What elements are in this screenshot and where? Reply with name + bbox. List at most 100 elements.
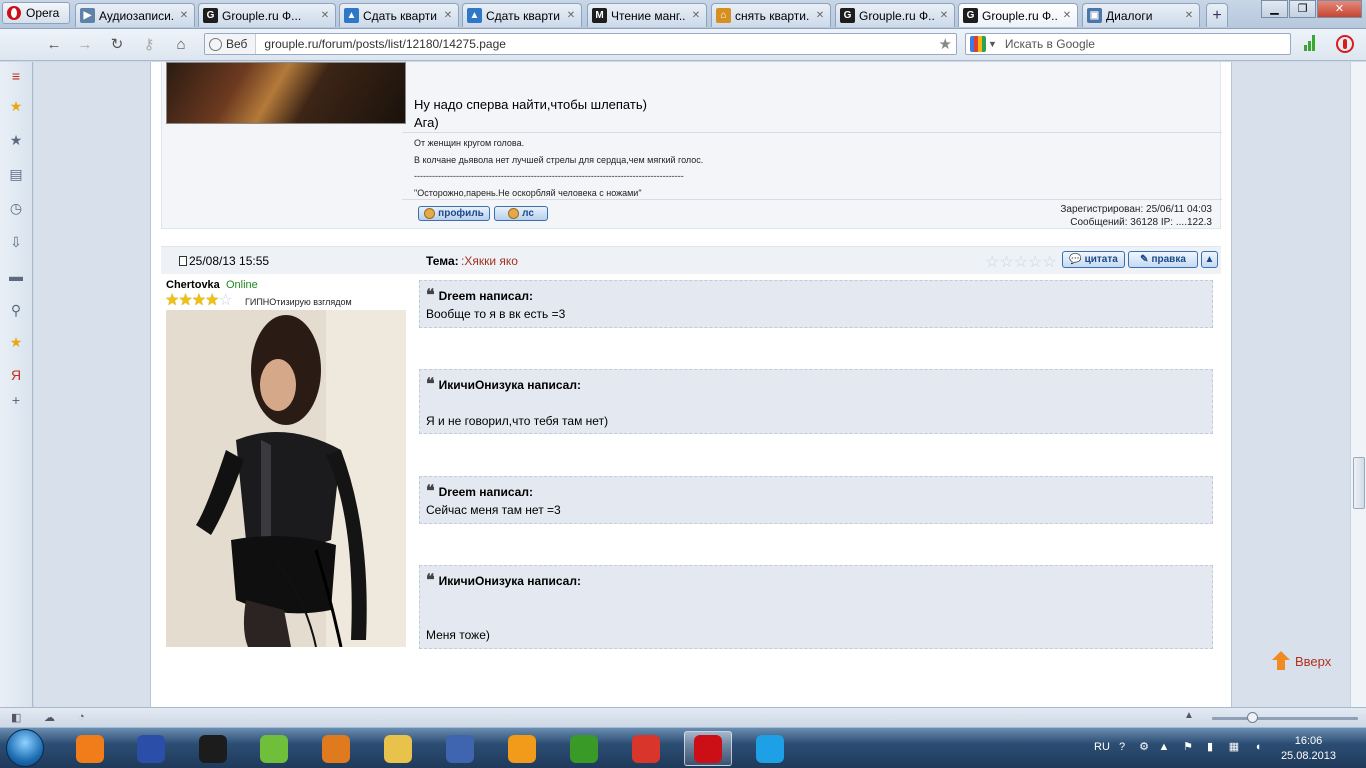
taskbar-app-media[interactable] xyxy=(312,731,360,766)
volume-icon[interactable]: ◖ xyxy=(1252,741,1264,753)
private-message-button[interactable]: лс xyxy=(494,206,548,221)
tab-close-icon[interactable]: ✕ xyxy=(1061,10,1073,22)
browser-tab[interactable]: ▣ Диалоги ✕ xyxy=(1082,3,1200,27)
help-icon[interactable]: ? xyxy=(1116,741,1128,753)
home-icon[interactable]: ⌂ xyxy=(172,36,190,54)
zoom-slider[interactable] xyxy=(1212,717,1358,720)
url-text[interactable]: grouple.ru/forum/posts/list/12180/14275.… xyxy=(256,37,938,51)
new-tab-button[interactable]: + xyxy=(1206,3,1228,27)
tab-favicon-icon: ▣ xyxy=(1087,8,1102,23)
bookmarks-icon[interactable]: ★ xyxy=(8,132,24,148)
browser-tab[interactable]: M Чтение манг... ✕ xyxy=(587,3,707,27)
opera-icon xyxy=(694,734,722,763)
tab-close-icon[interactable]: ✕ xyxy=(690,10,702,22)
bookmark-star-icon[interactable]: ★ xyxy=(939,35,956,53)
browser-tab[interactable]: ▲ Сдать кварти... ✕ xyxy=(339,3,459,27)
browser-tab[interactable]: G Grouple.ru Ф... ✕ xyxy=(835,3,955,27)
flag-icon[interactable]: ⚑ xyxy=(1182,741,1194,753)
taskbar-app-chrome[interactable] xyxy=(622,731,670,766)
star-icon[interactable]: ★ xyxy=(8,98,24,114)
tab-close-icon[interactable]: ✕ xyxy=(1183,10,1195,22)
rating-star-icon[interactable]: ☆ xyxy=(1042,252,1056,272)
network-icon[interactable]: ▦ xyxy=(1228,741,1240,753)
language-indicator[interactable]: RU xyxy=(1094,741,1110,753)
scrollbar-thumb[interactable] xyxy=(1353,457,1365,509)
rating-stars[interactable]: ☆ ☆ ☆ ☆ ☆ xyxy=(985,252,1057,272)
device-icon[interactable]: ▮ xyxy=(1204,741,1216,753)
unite-icon[interactable]: ≡ xyxy=(8,68,24,84)
settings-icon[interactable]: ⚙ xyxy=(1138,741,1150,753)
vertical-scrollbar[interactable] xyxy=(1350,62,1366,707)
quote-mark-icon: ❝ xyxy=(426,287,435,304)
tab-close-icon[interactable]: ✕ xyxy=(178,10,190,22)
cloud-icon[interactable]: ☁ xyxy=(44,711,55,724)
taskbar-app-utorrent[interactable] xyxy=(560,731,608,766)
panel-toggle-icon[interactable]: ◧ xyxy=(11,711,21,724)
tray-expand-icon[interactable]: ▲ xyxy=(1158,741,1170,753)
add-panel-icon[interactable]: + xyxy=(8,392,24,408)
taskbar-app-avast[interactable] xyxy=(66,731,114,766)
tab-close-icon[interactable]: ✕ xyxy=(938,10,950,22)
taskbar-app-hp[interactable] xyxy=(189,731,237,766)
start-button[interactable] xyxy=(6,729,44,767)
author-rank-stars: ★ ★ ★ ★ ☆ xyxy=(165,290,233,310)
opera-menu-button[interactable]: Opera xyxy=(2,2,70,24)
back-to-top-link[interactable]: Вверх xyxy=(1272,651,1331,671)
yandex-icon[interactable]: Я xyxy=(8,367,24,383)
author-registration-info: Зарегистрирован: 25/06/11 04:03 Сообщени… xyxy=(1060,203,1212,229)
quote-button[interactable]: 💬 цитата xyxy=(1062,251,1125,268)
taskbar-app-save[interactable] xyxy=(127,731,175,766)
zoom-slider-knob[interactable] xyxy=(1247,712,1258,723)
rating-star-icon[interactable]: ☆ xyxy=(985,252,999,272)
security-badge[interactable]: Веб xyxy=(205,34,257,54)
tab-favicon-icon: M xyxy=(592,8,607,23)
browser-tab[interactable]: ⌂ снять кварти... ✕ xyxy=(711,3,831,27)
browser-tab[interactable]: ▲ Сдать кварти... ✕ xyxy=(462,3,582,27)
reload-icon[interactable]: ↻ xyxy=(108,36,126,54)
chevron-up-icon[interactable]: ▲ xyxy=(1184,710,1194,721)
downloads-icon[interactable]: ⇩ xyxy=(8,234,24,250)
topic-title[interactable]: :Хякки яко xyxy=(461,254,518,268)
maximize-button[interactable]: ❐ xyxy=(1289,0,1316,18)
notes-icon[interactable]: ▤ xyxy=(8,166,24,182)
tab-close-icon[interactable]: ✕ xyxy=(565,10,577,22)
chevron-down-icon[interactable]: ▼ xyxy=(988,39,997,49)
search-icon[interactable]: ⚲ xyxy=(8,302,24,318)
rating-star-icon[interactable]: ☆ xyxy=(999,252,1013,272)
profile-button[interactable]: профиль xyxy=(418,206,490,221)
panels-icon[interactable]: ▬ xyxy=(8,268,24,284)
favorite-star-icon[interactable]: ★ xyxy=(8,334,24,350)
clock[interactable]: 16:06 25.08.2013 xyxy=(1281,734,1336,764)
speed-dial-signal-icon[interactable] xyxy=(1304,35,1315,51)
history-icon[interactable]: ◷ xyxy=(8,200,24,216)
taskbar-app-paint[interactable] xyxy=(436,731,484,766)
back-arrow-icon[interactable]: ← xyxy=(45,36,63,54)
browser-tab[interactable]: G Grouple.ru Ф... ✕ xyxy=(958,3,1078,27)
minimize-button[interactable]: ▁ xyxy=(1261,0,1288,18)
scroll-top-button[interactable]: ▲ xyxy=(1201,251,1218,268)
rating-star-icon[interactable]: ☆ xyxy=(1014,252,1028,272)
window-close-button[interactable]: ✕ xyxy=(1317,0,1362,18)
search-field[interactable]: ▼ Искать в Google xyxy=(965,33,1291,55)
taskbar-app-link[interactable] xyxy=(498,731,546,766)
tab-close-icon[interactable]: ✕ xyxy=(814,10,826,22)
tab-close-icon[interactable]: ✕ xyxy=(442,10,454,22)
speedometer-icon[interactable]: ◔ xyxy=(78,711,85,723)
edit-button[interactable]: ✎ правка xyxy=(1128,251,1198,268)
browser-tab[interactable]: ▶ Аудиозаписи... ✕ xyxy=(75,3,195,27)
post-header: 25/08/13 15:55 Тема: :Хякки яко ☆ ☆ ☆ ☆ ☆ 💬 … xyxy=(161,246,1221,274)
tab-close-icon[interactable]: ✕ xyxy=(319,10,331,22)
stop-icon[interactable] xyxy=(1336,35,1354,53)
taskbar-app-explorer[interactable] xyxy=(374,731,422,766)
forward-arrow-icon[interactable]: → xyxy=(76,36,94,54)
globe-icon xyxy=(209,37,222,51)
status-bar: ◧ ☁ ◔ ▲ xyxy=(0,707,1366,727)
taskbar-app-skype[interactable] xyxy=(746,731,794,766)
taskbar-app-flask[interactable] xyxy=(250,731,298,766)
rating-star-icon[interactable]: ☆ xyxy=(1028,252,1042,272)
address-bar[interactable]: Веб grouple.ru/forum/posts/list/12180/14… xyxy=(204,33,957,55)
navigation-bar: ← → ↻ ⚷ ⌂ Веб grouple.ru/forum/posts/lis… xyxy=(0,29,1366,61)
taskbar-app-opera[interactable] xyxy=(684,731,732,766)
browser-tab[interactable]: G Grouple.ru Ф... ✕ xyxy=(198,3,336,27)
key-icon[interactable]: ⚷ xyxy=(140,36,158,54)
